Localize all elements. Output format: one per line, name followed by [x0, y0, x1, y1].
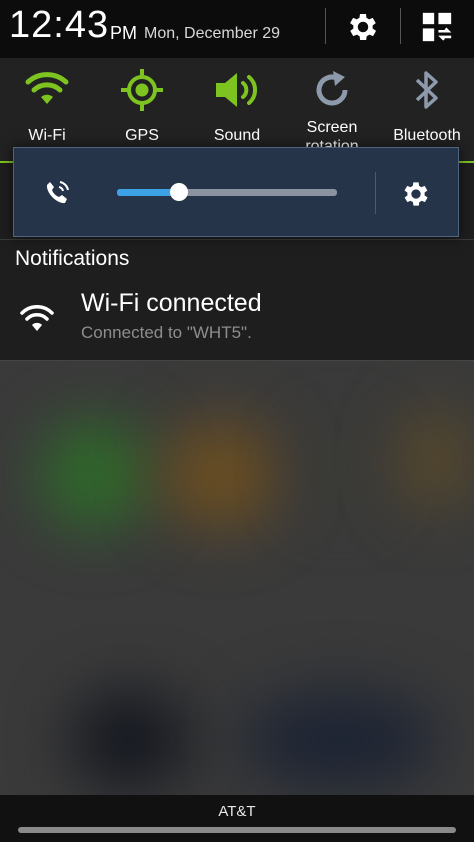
toggle-label: Sound [213, 127, 261, 144]
volume-slider-thumb[interactable] [169, 183, 188, 201]
sound-icon [216, 73, 257, 107]
bluetooth-icon [415, 71, 438, 109]
clock: 12:43 [9, 4, 110, 46]
gps-icon [121, 69, 163, 111]
volume-popup [13, 147, 459, 237]
settings-button[interactable] [341, 5, 385, 49]
clock-ampm: PM [110, 23, 137, 43]
volume-slider[interactable] [117, 183, 337, 201]
header-divider [325, 8, 326, 44]
notification-text: Connected to "WHT5". [81, 323, 252, 342]
header-divider [400, 8, 401, 44]
screen-rotation-icon [316, 71, 348, 106]
date: Mon, December 29 [144, 25, 281, 42]
status-header: 12:43 PM Mon, December 29 [0, 0, 474, 58]
notification-item[interactable]: Wi-Fi connected Connected to "WHT5". [0, 281, 474, 361]
gear-icon [404, 182, 428, 206]
notifications-heading: Notifications [15, 247, 130, 270]
edit-toggles-button[interactable] [415, 5, 459, 49]
toggle-label: Bluetooth [393, 127, 461, 144]
ringer-button[interactable] [40, 176, 74, 210]
ringer-icon [46, 181, 69, 204]
grid-toggle-icon [422, 12, 452, 42]
carrier-bar: AT&T [0, 795, 474, 842]
gear-icon [350, 13, 377, 41]
popup-divider [375, 172, 376, 214]
divider [0, 239, 474, 240]
wifi-icon [20, 305, 54, 331]
notification-title: Wi-Fi connected [81, 289, 262, 317]
wifi-icon [25, 72, 69, 104]
volume-settings-button[interactable] [398, 176, 434, 212]
toggle-label: GPS [125, 127, 159, 144]
carrier-label: AT&T [218, 803, 256, 820]
toggle-label: Wi-Fi [28, 127, 66, 144]
drag-handle[interactable] [18, 827, 456, 833]
